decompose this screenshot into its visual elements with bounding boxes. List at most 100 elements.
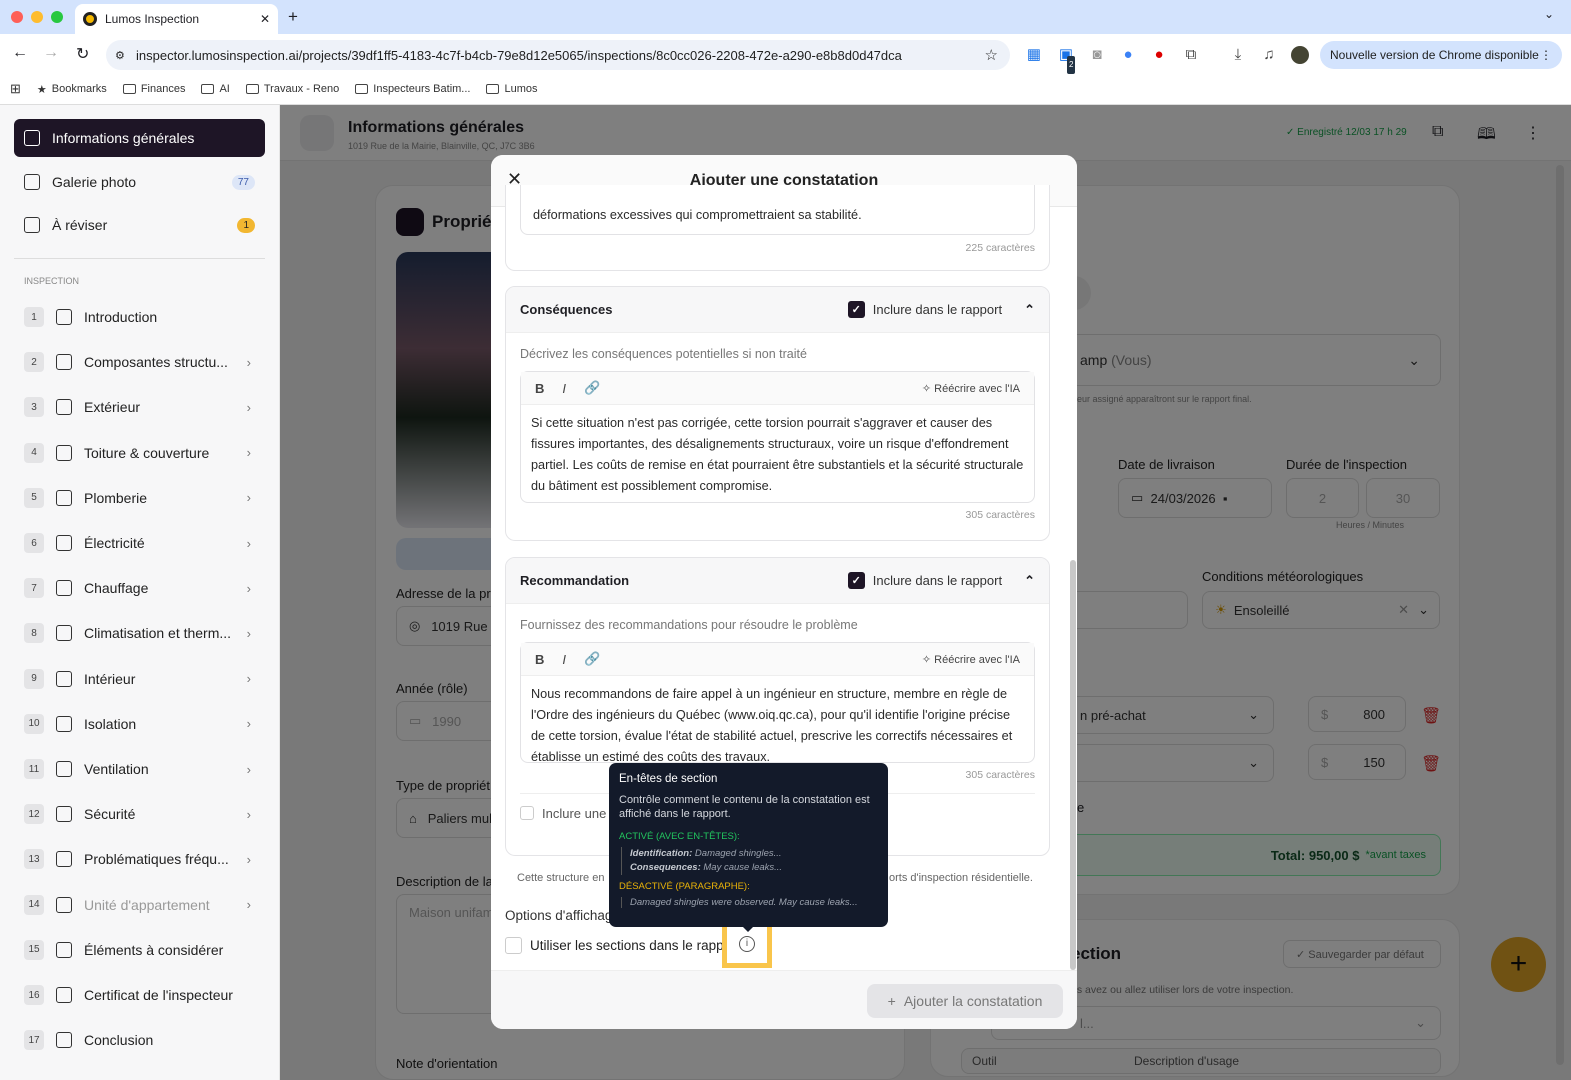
minimize-window-button[interactable]	[31, 11, 43, 23]
browser-tab[interactable]: Lumos Inspection ✕	[75, 4, 278, 34]
ai-rewrite-button[interactable]: ✧ Réécrire avec l'IA	[922, 653, 1020, 666]
section-header[interactable]: Conséquences ✓ Inclure dans le rapport ⌃	[506, 287, 1049, 333]
link-icon[interactable]: 🔗	[584, 651, 600, 667]
disabled-label: DÉSACTIVÉ (PARAGRAPHE):	[619, 881, 750, 892]
close-tab-icon[interactable]: ✕	[260, 12, 270, 26]
editor-text[interactable]: Nous recommandons de faire appel à un in…	[521, 676, 1034, 762]
blue-dot-extension-icon[interactable]: ●	[1119, 46, 1137, 64]
chevron-up-icon[interactable]: ⌃	[1024, 573, 1035, 589]
apps-grid-icon[interactable]: ⊞	[10, 81, 21, 97]
chevron-right-icon: ›	[246, 399, 251, 415]
bookmark-finances[interactable]: Finances	[122, 83, 185, 95]
downloads-icon[interactable]: ⤓	[1229, 46, 1247, 64]
extension-layout-icon[interactable]: ▦	[1025, 46, 1043, 64]
sidebar-item-8[interactable]: 8 Climatisation et therm... ›	[14, 614, 265, 652]
use-sections-checkbox[interactable]: Utiliser les sections dans le rappo	[505, 937, 731, 954]
bookmark-star-icon[interactable]: ☆	[985, 46, 998, 64]
maximize-window-button[interactable]	[51, 11, 63, 23]
new-tab-button[interactable]: +	[288, 7, 298, 27]
editor-text[interactable]: Si cette situation n'est pas corrigée, c…	[521, 405, 1034, 502]
sidebar-item-label: Conclusion	[84, 1032, 154, 1049]
info-icon[interactable]: i	[739, 936, 755, 952]
bookmark-travaux[interactable]: Travaux - Reno	[245, 83, 339, 95]
grammarly-extension-icon[interactable]: ●	[1150, 46, 1168, 64]
section-hint: Fournissez des recommandations pour réso…	[520, 618, 858, 632]
extension-tasks-icon[interactable]: ▣ 2	[1057, 46, 1076, 74]
sidebar-item-label: Problématiques fréqu...	[84, 851, 229, 868]
step-number: 13	[24, 849, 44, 870]
sidebar-item-label: Extérieur	[84, 399, 141, 416]
section-icon	[56, 896, 72, 913]
sidebar-item-4[interactable]: 4 Toiture & couverture ›	[14, 434, 265, 472]
sidebar-item-16[interactable]: 16 Certificat de l'inspecteur	[14, 976, 265, 1014]
sidebar-item-1[interactable]: 1 Introduction	[14, 298, 265, 336]
sidebar-item-13[interactable]: 13 Problématiques fréqu... ›	[14, 840, 265, 878]
section-hint: Décrivez les conséquences potentielles s…	[520, 347, 807, 361]
review-icon	[24, 217, 40, 233]
folder-icon	[355, 84, 369, 94]
chevron-up-icon[interactable]: ⌃	[1024, 302, 1035, 318]
char-count: 305 caractères	[965, 509, 1035, 521]
link-icon[interactable]: 🔗	[584, 380, 600, 396]
camera-extension-icon[interactable]: ◙	[1088, 46, 1106, 64]
rich-text-editor[interactable]: B I 🔗 ✧ Réécrire avec l'IA Nous recommandons…	[520, 642, 1035, 763]
sidebar-item-2[interactable]: 2 Composantes structu... ›	[14, 343, 265, 381]
include-checkbox[interactable]: ✓	[847, 572, 865, 589]
tab-search-icon[interactable]: ⌄	[1544, 7, 1554, 21]
sidebar-item-12[interactable]: 12 Sécurité ›	[14, 795, 265, 833]
chrome-update-button[interactable]: Nouvelle version de Chrome disponible ⋮	[1320, 41, 1562, 69]
step-number: 4	[24, 442, 44, 463]
sidebar-item-galerie[interactable]: Galerie photo 77	[14, 163, 265, 201]
bold-icon[interactable]: B	[535, 381, 544, 396]
sidebar-item-9[interactable]: 9 Intérieur ›	[14, 660, 265, 698]
sidebar-item-label: Climatisation et therm...	[84, 625, 232, 642]
step-number: 2	[24, 352, 44, 373]
sidebar-item-10[interactable]: 10 Isolation ›	[14, 705, 265, 743]
chevron-right-icon: ›	[246, 806, 251, 822]
previous-text[interactable]: déformations excessives qui compromettra…	[520, 185, 1035, 235]
folder-icon	[122, 84, 136, 94]
ai-rewrite-button[interactable]: ✧ Réécrire avec l'IA	[922, 382, 1020, 395]
review-count-badge: 1	[237, 217, 255, 233]
section-icon	[56, 625, 72, 642]
bookmark-bookmarks[interactable]: ★ Bookmarks	[37, 83, 107, 96]
extensions-puzzle-icon[interactable]: ⧉	[1182, 46, 1200, 64]
bookmark-ai[interactable]: AI	[201, 83, 230, 95]
back-icon[interactable]: ←	[12, 44, 28, 62]
modal-scrollbar[interactable]	[1070, 560, 1076, 970]
sidebar-item-15[interactable]: 15 Éléments à considérer	[14, 931, 265, 969]
sidebar-item-7[interactable]: 7 Chauffage ›	[14, 569, 265, 607]
sidebar-item-a-reviser[interactable]: À réviser 1	[14, 206, 265, 244]
include-checkbox[interactable]: ✓	[847, 301, 865, 318]
sidebar-item-6[interactable]: 6 Électricité ›	[14, 524, 265, 562]
italic-icon[interactable]: I	[562, 381, 566, 396]
step-number: 11	[24, 759, 44, 779]
menu-kebab-icon: ⋮	[1540, 48, 1552, 62]
section-headers-tooltip: En-têtes de section Contrôle comment le …	[609, 763, 888, 927]
sidebar-item-informations[interactable]: Informations générales	[14, 119, 265, 157]
reload-icon[interactable]: ↻	[76, 44, 89, 64]
address-bar[interactable]: ⚙ inspector.lumosinspection.ai/projects/…	[106, 40, 1010, 70]
site-settings-icon[interactable]: ⚙	[115, 49, 125, 62]
italic-icon[interactable]: I	[562, 652, 566, 667]
sidebar-item-5[interactable]: 5 Plomberie ›	[14, 479, 265, 517]
profile-avatar[interactable]	[1291, 46, 1309, 64]
chevron-right-icon: ›	[246, 354, 251, 370]
bookmark-lumos[interactable]: Lumos	[486, 83, 538, 95]
bold-icon[interactable]: B	[535, 652, 544, 667]
add-finding-button[interactable]: + Ajouter la constatation	[867, 984, 1063, 1018]
sidebar-item-11[interactable]: 11 Ventilation ›	[14, 750, 265, 788]
media-control-icon[interactable]: ♫	[1260, 46, 1278, 64]
rich-text-editor[interactable]: B I 🔗 ✧ Réécrire avec l'IA Si cette situatio…	[520, 371, 1035, 503]
close-window-button[interactable]	[11, 11, 23, 23]
sidebar-item-17[interactable]: 17 Conclusion	[14, 1021, 265, 1059]
forward-icon[interactable]: →	[43, 44, 59, 62]
section-header[interactable]: Recommandation ✓ Inclure dans le rapport ⌃	[506, 558, 1049, 604]
sidebar-item-3[interactable]: 3 Extérieur ›	[14, 388, 265, 426]
bookmark-inspecteurs[interactable]: Inspecteurs Batim...	[355, 83, 470, 95]
section-icon	[56, 1032, 72, 1049]
section-icon	[56, 987, 72, 1003]
section-icon	[56, 806, 72, 823]
sidebar-item-14[interactable]: 14 Unité d'appartement ›	[14, 886, 265, 924]
step-number: 16	[24, 985, 44, 1005]
